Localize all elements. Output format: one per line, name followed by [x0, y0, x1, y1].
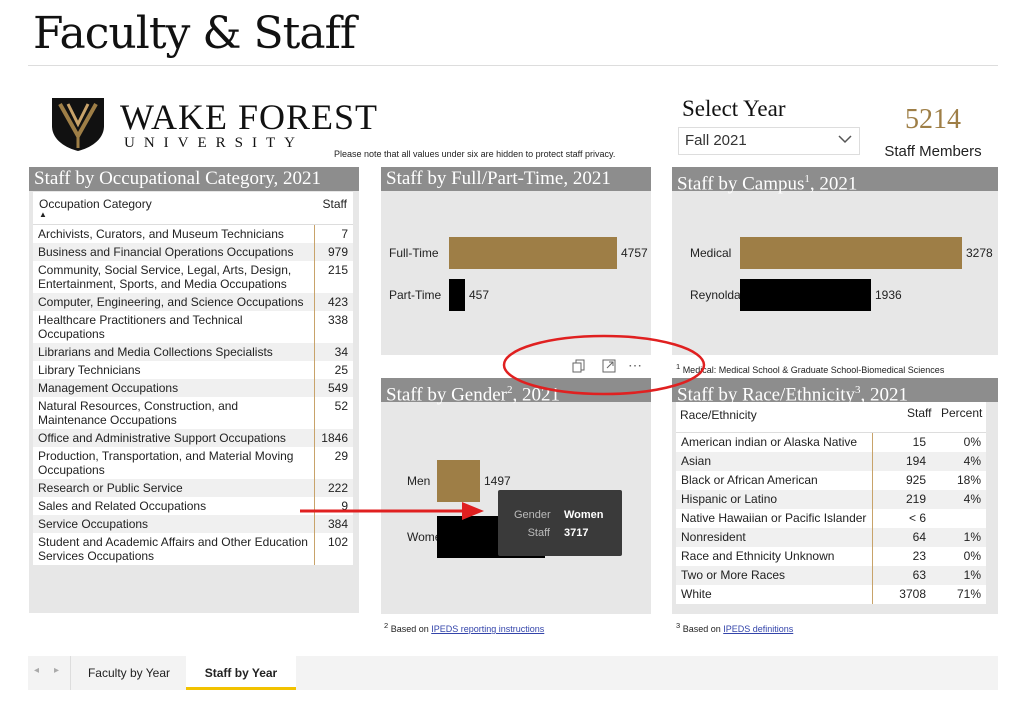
page-tab-bar: ◂ ▸ Faculty by Year Staff by Year [28, 656, 998, 690]
tab-faculty-by-year[interactable]: Faculty by Year [70, 656, 188, 690]
tab-staff-by-year[interactable]: Staff by Year [186, 656, 296, 690]
tab-scroll-right-icon[interactable]: ▸ [54, 665, 59, 676]
annotation-red-arrow-head [462, 502, 484, 520]
annotation-overlay [300, 334, 706, 520]
annotation-red-circle [502, 334, 706, 396]
tab-scroll-left-icon[interactable]: ◂ [34, 665, 39, 676]
